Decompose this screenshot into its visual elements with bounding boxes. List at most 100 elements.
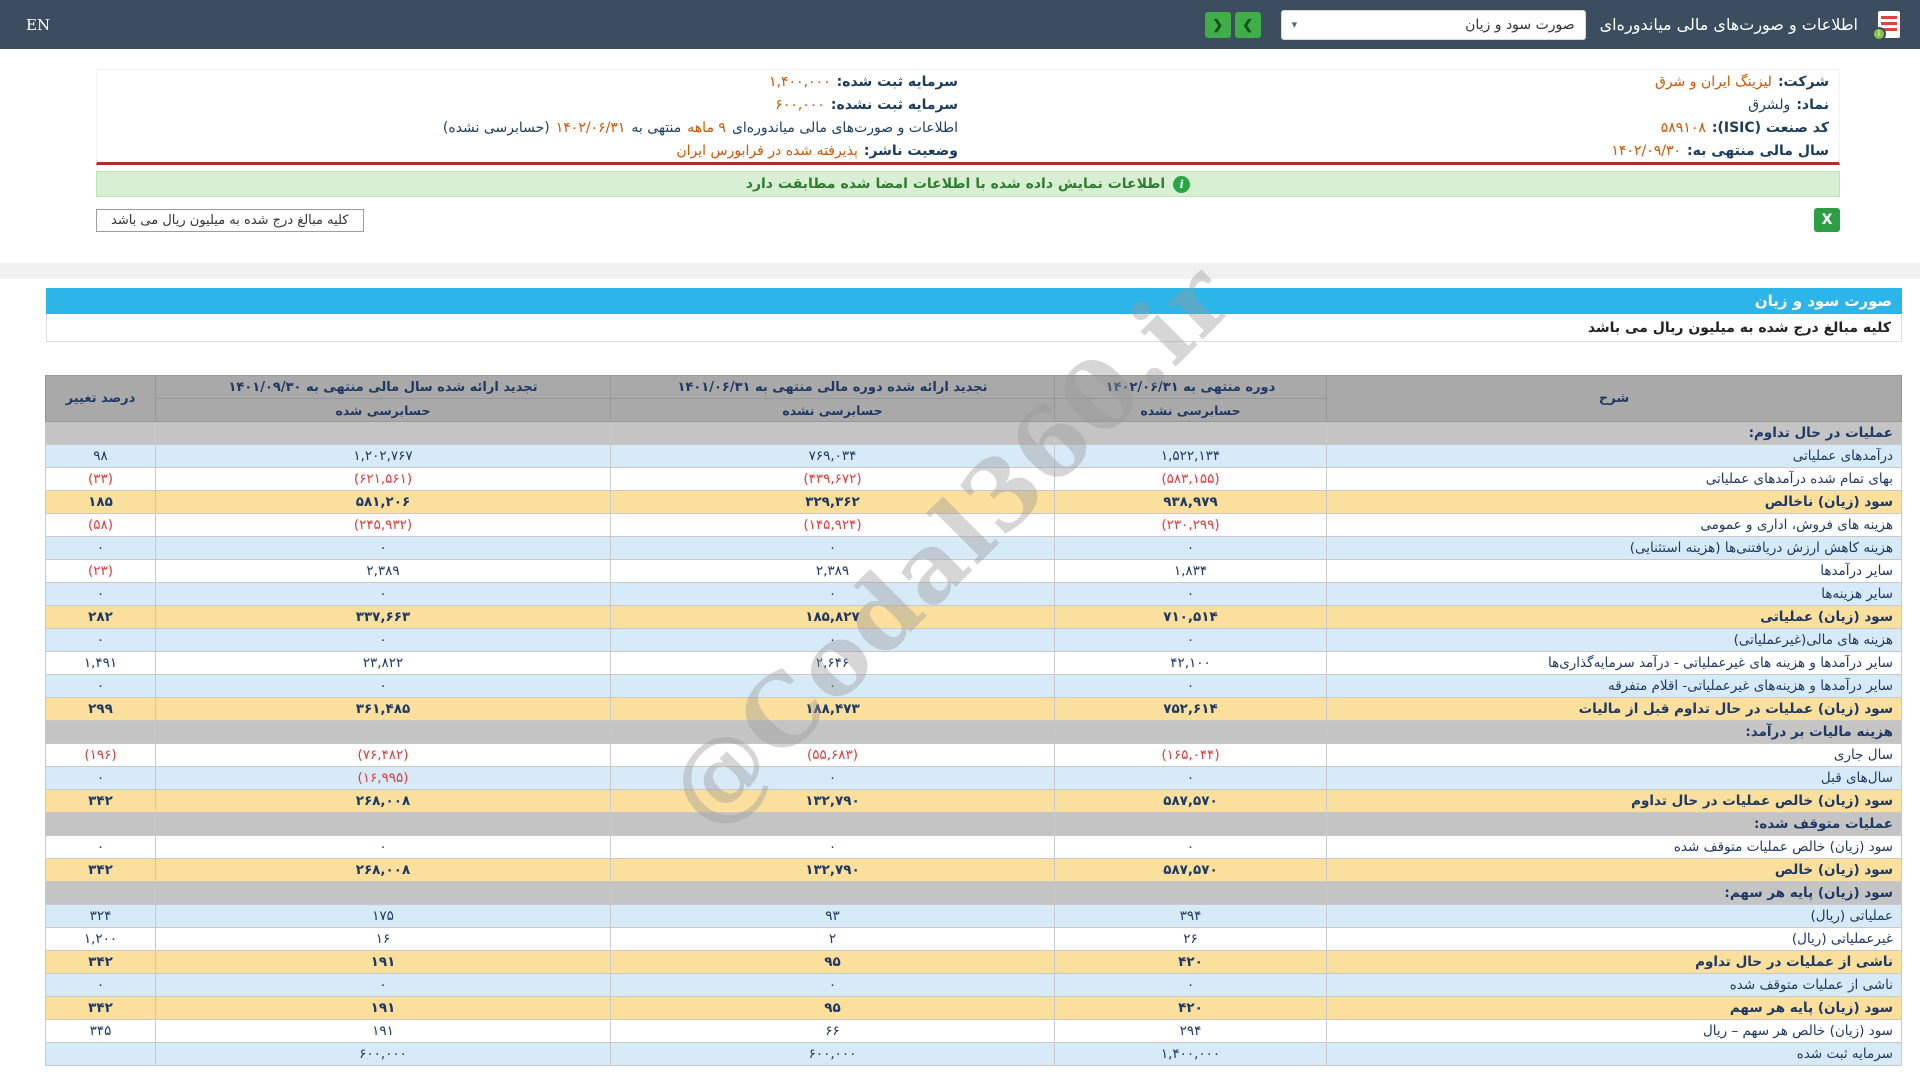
row-label: سود (زیان) خالص عملیات متوقف شده (1326, 835, 1902, 859)
row-value: (۶۲۱,۵۶۱) (155, 467, 611, 491)
symbol-row: نماد: ولشرق (968, 93, 1839, 116)
row-value: ۱۸۵,۸۲۷ (610, 605, 1055, 629)
row-value: ۰ (155, 582, 611, 606)
row-value: ۲,۶۴۶ (610, 651, 1055, 675)
row-value: ۳۴۲ (45, 858, 156, 882)
row-label: سود (زیان) پایه هر سهم (1326, 996, 1902, 1020)
row-value: ۱۹۱ (155, 950, 611, 974)
row-value: (۵۵,۶۸۳) (610, 743, 1055, 767)
chevron-down-icon: ▾ (1291, 18, 1298, 31)
income-table-body: عملیات در حال تداوم: درآمدهای عملیاتی ۱,۵۲… (45, 421, 1902, 1066)
units-note-row: X کلیه مبالغ درج شده به میلیون ریال می ب… (96, 207, 1840, 233)
row-value: ۰ (45, 536, 156, 560)
report-title: صورت سود و زیان (1754, 292, 1892, 310)
table-row: سال جاری (۱۶۵,۰۴۴) (۵۵,۶۸۳) (۷۶,۴۸۲) (۱۹۶) (45, 743, 1902, 767)
registered-capital-value: ۱,۴۰۰,۰۰۰ (769, 73, 831, 90)
row-value: ۱۹۱ (155, 1019, 611, 1043)
row-label: هزینه کاهش ارزش دریافتنی‌ها (هزینه استثن… (1326, 536, 1902, 560)
row-value: ۴۲۰ (1054, 996, 1327, 1020)
row-value: ۵۸۱,۲۰۶ (155, 490, 611, 514)
row-value: ۳۳۷,۶۶۳ (155, 605, 611, 629)
language-toggle[interactable]: EN (26, 16, 50, 34)
table-row: هزینه های فروش، اداری و عمومی (۲۳۰,۲۹۹) (۱… (45, 513, 1902, 537)
company-info-panel: شرکت: لیزینگ ایران و شرق نماد: ولشرق کد … (96, 69, 1840, 165)
row-value (610, 720, 1055, 744)
table-row: هزینه های مالی(غیرعملیاتی) ۰ ۰ ۰ ۰ (45, 628, 1902, 652)
table-row: غیرعملیاتی (ریال) ۲۶ ۲ ۱۶ ۱,۲۰۰ (45, 927, 1902, 951)
issuer-status-label: وضعیت ناشر: (863, 142, 958, 159)
row-label: هزینه مالیات بر درآمد: (1326, 720, 1902, 744)
row-value: (۵۸) (45, 513, 156, 537)
row-value: ۳۴۲ (45, 996, 156, 1020)
row-value: ۴۲۰ (1054, 950, 1327, 974)
report-type-select[interactable]: صورت سود و زیان ▾ (1280, 9, 1586, 40)
row-value (610, 881, 1055, 905)
row-label: ناشی از عملیات در حال تداوم (1326, 950, 1902, 974)
row-value: ۲۹۹ (45, 697, 156, 721)
table-row: عملیاتی (ریال) ۳۹۴ ۹۳ ۱۷۵ ۳۲۴ (45, 904, 1902, 928)
row-value: (۱۶,۹۹۵) (155, 766, 611, 790)
row-value (45, 812, 156, 836)
report-title-bar: صورت سود و زیان (46, 288, 1902, 314)
row-value: ۰ (45, 628, 156, 652)
row-value: ۰ (1054, 835, 1327, 859)
row-value: ۷۵۲,۶۱۴ (1054, 697, 1327, 721)
table-row: سال‌های قبل ۰ ۰ (۱۶,۹۹۵) ۰ (45, 766, 1902, 790)
col-header-restated-period: تجدید ارائه شده دوره مالی منتهی به ۱۴۰۱/… (610, 375, 1055, 399)
excel-export-icon[interactable]: X (1814, 208, 1840, 232)
audit-status-current: حسابرسی نشده (1054, 398, 1327, 422)
amounts-unit-note: کلیه مبالغ درج شده به میلیون ریال می باش… (96, 208, 364, 232)
row-value: ۰ (610, 582, 1055, 606)
interim-mid: منتهی به (631, 119, 682, 136)
row-label: سال‌های قبل (1326, 766, 1902, 790)
row-value: (۵۸۳,۱۵۵) (1054, 467, 1327, 491)
signed-data-banner: i اطلاعات نمایش داده شده با اطلاعات امضا… (96, 171, 1840, 197)
row-value: ۴۲,۱۰۰ (1054, 651, 1327, 675)
row-value: ۳۴۵ (45, 1019, 156, 1043)
row-value (1054, 421, 1327, 445)
capital-info-column: سرمایه ثبت شده: ۱,۴۰۰,۰۰۰ سرمایه ثبت نشد… (97, 70, 968, 162)
report-document-icon: i (1872, 9, 1902, 41)
row-value: ۶۶ (610, 1019, 1055, 1043)
row-value (1054, 812, 1327, 836)
row-value: ۰ (1054, 766, 1327, 790)
row-value: ۰ (610, 766, 1055, 790)
row-value: ۰ (155, 674, 611, 698)
industry-code-label: کد صنعت (ISIC): (1711, 119, 1829, 136)
col-header-percent-change: درصد تغییر (45, 375, 156, 422)
audit-status-restated-period: حسابرسی نشده (610, 398, 1055, 422)
row-value: ۱۸۵ (45, 490, 156, 514)
audit-status-restated-year: حسابرسی شده (155, 398, 611, 422)
row-value: ۶۰۰,۰۰۰ (610, 1042, 1055, 1066)
topbar: i اطلاعات و صورت‌های مالی میاندوره‌ای صو… (0, 0, 1920, 49)
row-value: (۲۳۰,۲۹۹) (1054, 513, 1327, 537)
row-value: ۰ (610, 628, 1055, 652)
row-value: ۷۶۹,۰۳۴ (610, 444, 1055, 468)
table-header: شرح دوره منتهی به ۱۴۰۲/۰۶/۳۱ تجدید ارائه… (45, 375, 1902, 422)
row-value: (۲۴۵,۹۳۲) (155, 513, 611, 537)
row-value (45, 881, 156, 905)
row-value (610, 421, 1055, 445)
row-label: سال جاری (1326, 743, 1902, 767)
table-row: سود (زیان) پایه هر سهم ۴۲۰ ۹۵ ۱۹۱ ۳۴۲ (45, 996, 1902, 1020)
company-label: شرکت: (1777, 73, 1829, 90)
income-statement-report: صورت سود و زیان کلیه مبالغ درج شده به می… (45, 288, 1902, 1066)
issuer-status-row: وضعیت ناشر: پذیرفته شده در فرابورس ایران (97, 139, 968, 162)
row-value (1054, 881, 1327, 905)
row-value: ۳۶۱,۴۸۵ (155, 697, 611, 721)
row-value: ۱,۲۰۲,۷۶۷ (155, 444, 611, 468)
prev-report-button[interactable]: ❮ (1204, 11, 1231, 38)
section-divider (0, 263, 1920, 279)
row-value: (۳۳) (45, 467, 156, 491)
row-value: ۰ (1054, 674, 1327, 698)
table-row: هزینه کاهش ارزش دریافتنی‌ها (هزینه استثن… (45, 536, 1902, 560)
industry-code-row: کد صنعت (ISIC): ۵۸۹۱۰۸ (968, 116, 1839, 139)
next-report-button[interactable]: ❯ (1234, 11, 1261, 38)
row-value: ۰ (1054, 973, 1327, 997)
row-value: (۱۹۶) (45, 743, 156, 767)
row-value: ۰ (155, 835, 611, 859)
row-value: ۲۸۲ (45, 605, 156, 629)
row-value (155, 421, 611, 445)
company-identity-column: شرکت: لیزینگ ایران و شرق نماد: ولشرق کد … (968, 70, 1839, 162)
fiscal-year-label: سال مالی منتهی به: (1687, 142, 1829, 159)
